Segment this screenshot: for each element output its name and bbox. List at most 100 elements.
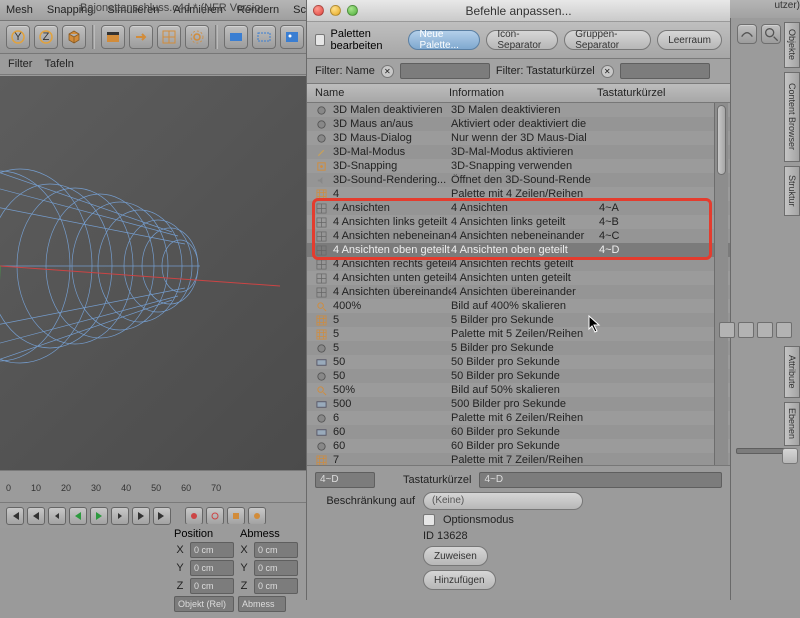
shortcut-field[interactable]: 4~D xyxy=(479,472,722,488)
tab-objekte[interactable]: Objekte xyxy=(784,22,800,68)
icon-separator-button[interactable]: Icon-Separator xyxy=(486,30,558,50)
restrict-select[interactable]: (Keine) xyxy=(423,492,583,510)
next-frame-button[interactable] xyxy=(111,507,129,525)
command-row[interactable]: 3D Maus-DialogNur wenn der 3D Maus-Dial xyxy=(307,131,730,145)
prev-frame-button[interactable] xyxy=(48,507,66,525)
coord-mode-select[interactable]: Objekt (Rel) xyxy=(174,596,234,612)
command-row[interactable]: 6Palette mit 6 Zeilen/Reihen xyxy=(307,411,730,425)
command-row[interactable]: 5050 Bilder pro Sekunde xyxy=(307,355,730,369)
command-row[interactable]: 6060 Bilder pro Sekunde xyxy=(307,439,730,453)
tool-y-axis[interactable]: Y xyxy=(6,25,30,49)
clear-name-filter-button[interactable]: ✕ xyxy=(381,65,394,78)
command-row[interactable]: 3D-Snapping3D-Snapping verwenden xyxy=(307,159,730,173)
filter-shortcut-label: Filter: Tastaturkürzel xyxy=(496,65,595,77)
name-filter-input[interactable] xyxy=(400,63,490,79)
command-row[interactable]: 3D-Mal-Modus3D-Mal-Modus aktivieren xyxy=(307,145,730,159)
coord-z-field[interactable]: 0 cm xyxy=(190,578,234,594)
tab-attribute[interactable]: Attribute xyxy=(784,346,800,398)
add-button[interactable]: Hinzufügen xyxy=(423,570,496,590)
next-keyframe-button[interactable] xyxy=(132,507,150,525)
command-row[interactable]: 5050 Bilder pro Sekunde xyxy=(307,369,730,383)
col-name[interactable]: Name xyxy=(315,87,449,99)
secondary-filter[interactable]: Filter xyxy=(8,58,32,70)
play-button[interactable] xyxy=(90,507,108,525)
command-row[interactable]: 3D Maus an/ausAktiviert oder deaktiviert… xyxy=(307,117,730,131)
command-list[interactable]: 3D Malen deaktivieren3D Malen deaktivier… xyxy=(307,103,730,465)
command-row[interactable]: 4 Ansichten oben geteilt4 Ansichten oben… xyxy=(307,243,730,257)
coord-abmess-select[interactable]: Abmess xyxy=(238,596,286,612)
play-back-button[interactable] xyxy=(69,507,87,525)
keyframe-options[interactable] xyxy=(227,507,245,525)
coord-z2-field[interactable]: 0 cm xyxy=(254,578,298,594)
flag-icon[interactable] xyxy=(757,322,773,338)
go-end-button[interactable] xyxy=(153,507,171,525)
command-row[interactable]: 500500 Bilder pro Sekunde xyxy=(307,397,730,411)
command-row[interactable]: 50%Bild auf 50% skalieren xyxy=(307,383,730,397)
tool-picture-viewer[interactable] xyxy=(280,25,304,49)
prev-keyframe-button[interactable] xyxy=(27,507,45,525)
coord-x-field[interactable]: 0 cm xyxy=(190,542,234,558)
tool-render-region[interactable] xyxy=(252,25,276,49)
optionsmode-checkbox[interactable] xyxy=(423,514,435,526)
col-info[interactable]: Information xyxy=(449,87,597,99)
edit-palettes-checkbox[interactable] xyxy=(315,34,325,46)
group-separator-button[interactable]: Gruppen-Separator xyxy=(564,30,651,50)
lock-icon[interactable] xyxy=(719,322,735,338)
keyframe-position[interactable] xyxy=(248,507,266,525)
go-start-button[interactable] xyxy=(6,507,24,525)
tool-settings[interactable] xyxy=(185,25,209,49)
command-row[interactable]: 3D Malen deaktivieren3D Malen deaktivier… xyxy=(307,103,730,117)
side-dropdown-icon[interactable] xyxy=(782,448,798,464)
autokey-button[interactable] xyxy=(206,507,224,525)
spacer-button[interactable]: Leerraum xyxy=(657,30,722,50)
arrow-icon[interactable] xyxy=(776,322,792,338)
tool-cube[interactable] xyxy=(62,25,86,49)
shortcut-filter-input[interactable] xyxy=(620,63,710,79)
clear-shortcut-filter-button[interactable]: ✕ xyxy=(601,65,614,78)
tab-content-browser[interactable]: Content Browser xyxy=(784,72,800,162)
command-row[interactable]: 400%Bild auf 400% skalieren xyxy=(307,299,730,313)
scrollbar-thumb[interactable] xyxy=(717,105,726,175)
menu-mesh[interactable]: Mesh xyxy=(6,4,33,16)
command-row[interactable]: 4 Ansichten rechts geteilt4 Ansichten re… xyxy=(307,257,730,271)
command-row[interactable]: 55 Bilder pro Sekunde xyxy=(307,341,730,355)
command-row[interactable]: 4 Ansichten übereinander4 Ansichten über… xyxy=(307,285,730,299)
dialog-titlebar[interactable]: Befehle anpassen... xyxy=(307,0,730,22)
coord-y2-field[interactable]: 0 cm xyxy=(254,560,298,576)
record-button[interactable] xyxy=(185,507,203,525)
timeline[interactable]: 0 10 20 30 40 50 60 70 xyxy=(0,470,306,504)
tool-arrow-right[interactable] xyxy=(129,25,153,49)
viewport-3d[interactable] xyxy=(0,76,306,470)
mainapp-user-menu[interactable]: utzer) xyxy=(774,0,800,11)
coord-x2-field[interactable]: 0 cm xyxy=(254,542,298,558)
secondary-tafeln[interactable]: Tafeln xyxy=(44,58,73,70)
list-scrollbar[interactable] xyxy=(714,103,728,465)
side-tool-search[interactable] xyxy=(761,24,781,44)
tool-clapper[interactable] xyxy=(101,25,125,49)
command-row[interactable]: 4 Ansichten links geteilt4 Ansichten lin… xyxy=(307,215,730,229)
window-minimize-button[interactable] xyxy=(330,5,341,16)
tab-ebenen[interactable]: Ebenen xyxy=(784,402,800,446)
eye-icon[interactable] xyxy=(738,322,754,338)
row-name: 4 Ansichten unten geteilt xyxy=(333,272,451,284)
command-row[interactable]: 4 Ansichten4 Ansichten4~A xyxy=(307,201,730,215)
command-row[interactable]: 6060 Bilder pro Sekunde xyxy=(307,425,730,439)
command-row[interactable]: 3D-Sound-Rendering...Öffnet den 3D-Sound… xyxy=(307,173,730,187)
command-row[interactable]: 55 Bilder pro Sekunde xyxy=(307,313,730,327)
tool-z-axis[interactable]: Z xyxy=(34,25,58,49)
command-row[interactable]: 5Palette mit 5 Zeilen/Reihen xyxy=(307,327,730,341)
command-row[interactable]: 4Palette mit 4 Zeilen/Reihen xyxy=(307,187,730,201)
new-palette-button[interactable]: Neue Palette... xyxy=(408,30,480,50)
tab-struktur[interactable]: Struktur xyxy=(784,166,800,216)
side-tool-1[interactable] xyxy=(737,24,757,44)
col-shortcut[interactable]: Tastaturkürzel xyxy=(597,87,722,99)
tool-grid[interactable] xyxy=(157,25,181,49)
tool-render[interactable] xyxy=(224,25,248,49)
command-row[interactable]: 4 Ansichten nebeneinander4 Ansichten neb… xyxy=(307,229,730,243)
coord-y-field[interactable]: 0 cm xyxy=(190,560,234,576)
command-row[interactable]: 4 Ansichten unten geteilt4 Ansichten unt… xyxy=(307,271,730,285)
assign-button[interactable]: Zuweisen xyxy=(423,546,488,566)
window-close-button[interactable] xyxy=(313,5,324,16)
window-zoom-button[interactable] xyxy=(347,5,358,16)
command-row[interactable]: 7Palette mit 7 Zeilen/Reihen xyxy=(307,453,730,465)
